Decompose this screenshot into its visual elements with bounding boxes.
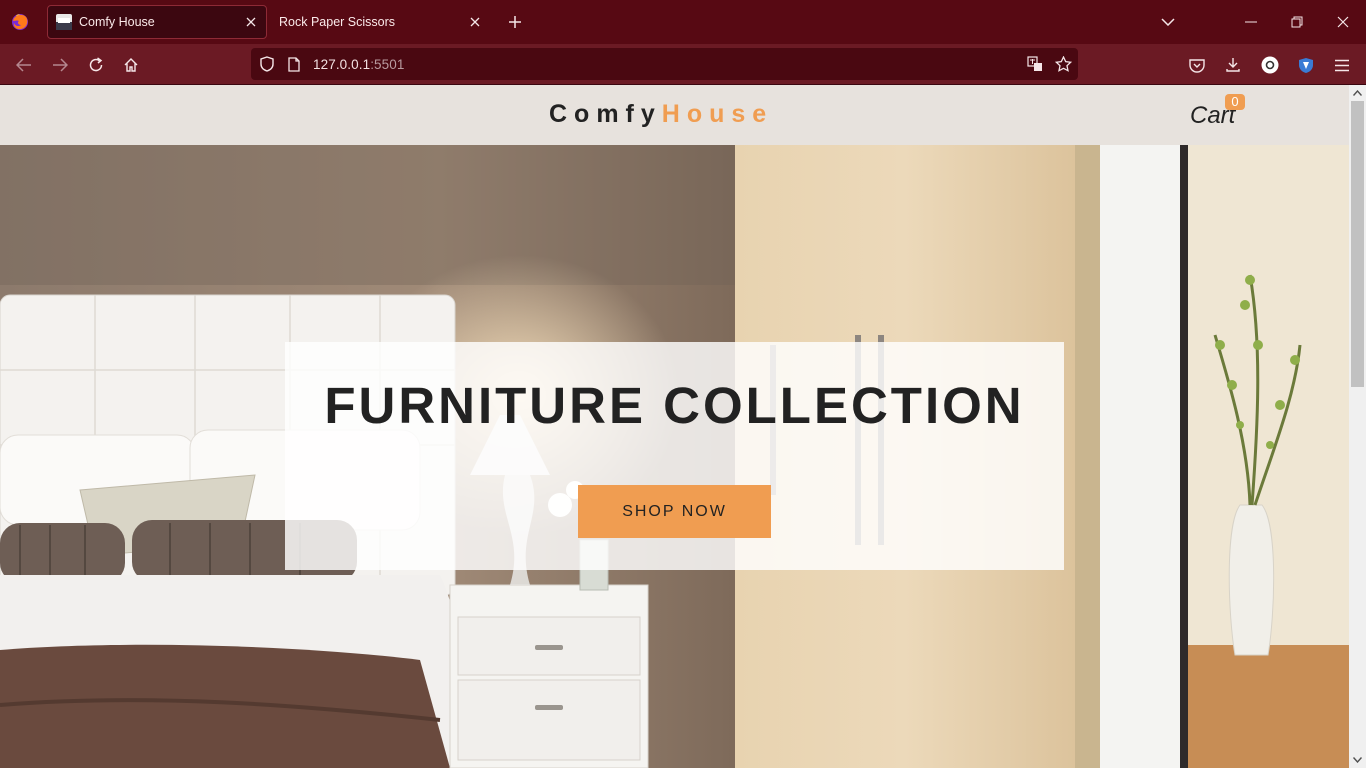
tab-comfy-house[interactable]: Comfy House bbox=[47, 5, 267, 39]
hero-section: FURNITURE COLLECTION SHOP NOW bbox=[0, 145, 1349, 768]
download-icon bbox=[1226, 58, 1240, 72]
comfy-house-favicon-icon bbox=[56, 14, 72, 30]
browser-tab-bar: Comfy House Rock Paper Scissors bbox=[0, 0, 1366, 44]
extension-button[interactable] bbox=[1292, 51, 1320, 79]
home-button[interactable] bbox=[117, 51, 145, 79]
firefox-menu-icon[interactable] bbox=[10, 12, 30, 32]
forward-button[interactable] bbox=[46, 51, 74, 79]
chevron-down-icon bbox=[1161, 18, 1175, 26]
url-host: 127.0.0.1 bbox=[313, 57, 371, 72]
site-logo[interactable]: ComfyHouse bbox=[549, 100, 773, 129]
shield-icon[interactable] bbox=[257, 54, 277, 74]
close-icon bbox=[1337, 16, 1349, 28]
pocket-button[interactable] bbox=[1183, 51, 1211, 79]
shop-now-button[interactable]: SHOP NOW bbox=[578, 485, 771, 538]
vpn-shield-icon bbox=[1299, 57, 1313, 73]
app-menu-button[interactable] bbox=[1328, 51, 1356, 79]
translate-icon[interactable] bbox=[1025, 54, 1045, 74]
scroll-up-arrow-icon[interactable] bbox=[1349, 85, 1366, 101]
hero-title: FURNITURE COLLECTION bbox=[324, 377, 1025, 434]
arrow-left-icon bbox=[16, 58, 31, 72]
url-text[interactable]: 127.0.0.1:5501 bbox=[313, 57, 405, 72]
hamburger-menu-icon bbox=[1335, 59, 1349, 71]
page-scrollbar[interactable] bbox=[1349, 85, 1366, 768]
hero-banner: FURNITURE COLLECTION SHOP NOW bbox=[285, 342, 1064, 570]
back-button[interactable] bbox=[10, 51, 38, 79]
scrollbar-thumb[interactable] bbox=[1351, 101, 1364, 387]
reload-button[interactable] bbox=[82, 51, 110, 79]
tab-title: Comfy House bbox=[79, 15, 155, 29]
page-viewport: ComfyHouse Cart 0 FURNITURE COLLECTION S… bbox=[0, 85, 1349, 768]
tab-title: Rock Paper Scissors bbox=[279, 15, 396, 29]
account-button[interactable] bbox=[1256, 51, 1284, 79]
cart-button[interactable]: Cart 0 bbox=[1190, 94, 1245, 130]
close-tab-icon[interactable] bbox=[239, 10, 263, 34]
bookmark-star-icon[interactable] bbox=[1053, 54, 1073, 74]
close-window-button[interactable] bbox=[1329, 8, 1357, 36]
tab-rock-paper-scissors[interactable]: Rock Paper Scissors bbox=[268, 5, 490, 39]
plus-icon bbox=[509, 16, 521, 28]
logo-text-comfy: Comfy bbox=[549, 100, 662, 128]
account-icon bbox=[1261, 56, 1279, 74]
cart-item-count-badge: 0 bbox=[1225, 94, 1245, 110]
minimize-icon bbox=[1245, 21, 1257, 23]
home-icon bbox=[124, 58, 138, 72]
downloads-button[interactable] bbox=[1219, 51, 1247, 79]
site-navbar: ComfyHouse Cart 0 bbox=[0, 85, 1349, 145]
minimize-button[interactable] bbox=[1237, 8, 1265, 36]
pocket-icon bbox=[1189, 58, 1205, 73]
page-icon[interactable] bbox=[284, 54, 304, 74]
browser-toolbar: 127.0.0.1:5501 bbox=[0, 44, 1366, 85]
logo-text-house: House bbox=[661, 100, 774, 128]
close-tab-icon[interactable] bbox=[463, 10, 487, 34]
arrow-right-icon bbox=[53, 58, 68, 72]
url-port: :5501 bbox=[370, 57, 405, 72]
address-bar[interactable]: 127.0.0.1:5501 bbox=[251, 48, 1078, 80]
reload-icon bbox=[89, 57, 103, 72]
restore-button[interactable] bbox=[1283, 8, 1311, 36]
restore-icon bbox=[1291, 16, 1303, 28]
scroll-down-arrow-icon[interactable] bbox=[1349, 752, 1366, 768]
list-all-tabs-button[interactable] bbox=[1154, 8, 1182, 36]
new-tab-button[interactable] bbox=[503, 10, 527, 34]
